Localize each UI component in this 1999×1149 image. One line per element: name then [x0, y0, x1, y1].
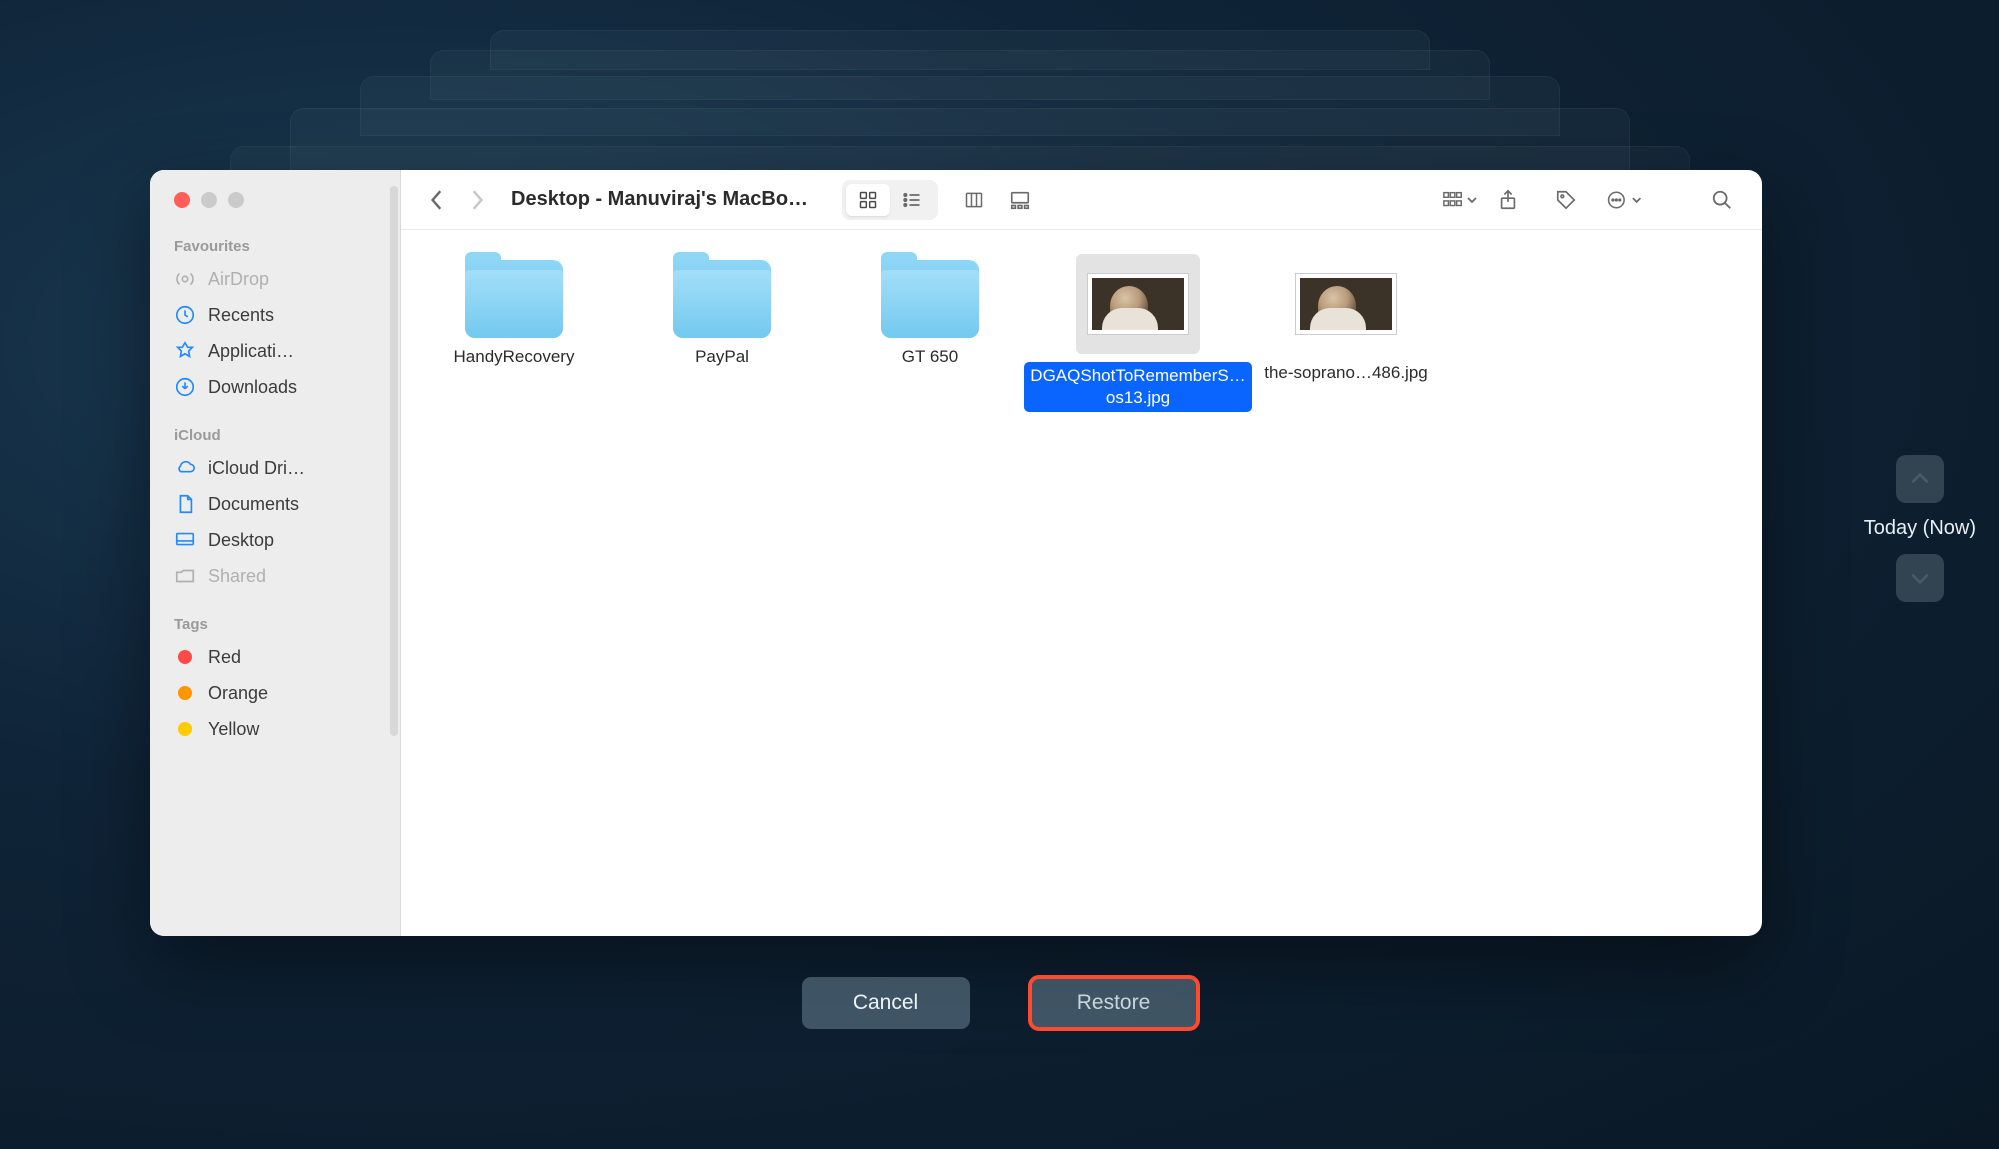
file-label: HandyRecovery: [454, 346, 575, 368]
file-label: the-soprano…486.jpg: [1264, 362, 1428, 384]
file-item-image-selected[interactable]: DGAQShotToRememberS…os13.jpg: [1043, 254, 1233, 412]
section-tags-title: Tags: [150, 608, 400, 639]
restore-button[interactable]: Restore: [1030, 977, 1198, 1029]
timeline-label: Today (Now): [1864, 517, 1976, 540]
sidebar-tag-yellow[interactable]: Yellow: [150, 711, 400, 747]
sidebar-item-recents[interactable]: Recents: [150, 297, 400, 333]
applications-icon: [174, 340, 196, 362]
search-button[interactable]: [1704, 182, 1740, 218]
main-content: Desktop - Manuviraj's MacBo…: [401, 170, 1762, 936]
icloud-icon: [174, 457, 196, 479]
forward-button[interactable]: [463, 186, 491, 214]
action-menu-button[interactable]: [1606, 182, 1642, 218]
folder-icon: [465, 260, 563, 338]
sidebar-item-shared[interactable]: Shared: [150, 558, 400, 594]
downloads-icon: [174, 376, 196, 398]
clock-icon: [174, 304, 196, 326]
view-extra: [952, 184, 1042, 216]
view-mode-switch: [842, 180, 938, 220]
shared-icon: [174, 565, 196, 587]
sidebar-item-downloads[interactable]: Downloads: [150, 369, 400, 405]
toolbar: Desktop - Manuviraj's MacBo…: [401, 170, 1762, 230]
sidebar-item-label: Applicati…: [208, 341, 294, 362]
section-icloud-title: iCloud: [150, 419, 400, 450]
file-item-folder[interactable]: GT 650: [835, 254, 1025, 368]
sidebar-item-icloud-drive[interactable]: iCloud Dri…: [150, 450, 400, 486]
file-grid: HandyRecovery PayPal GT 650 DGAQShotToRe…: [401, 230, 1762, 936]
file-item-image[interactable]: the-soprano…486.jpg: [1251, 254, 1441, 384]
window-controls: [150, 192, 400, 208]
icon-view-button[interactable]: [846, 184, 890, 216]
file-label: PayPal: [695, 346, 749, 368]
file-item-folder[interactable]: HandyRecovery: [419, 254, 609, 368]
tag-dot-icon: [174, 682, 196, 704]
timeline-down-button[interactable]: [1896, 554, 1944, 602]
sidebar-tag-red[interactable]: Red: [150, 639, 400, 675]
group-by-button[interactable]: [1442, 190, 1478, 210]
image-thumbnail: [1284, 254, 1408, 354]
sidebar-item-label: iCloud Dri…: [208, 458, 305, 479]
finder-window: Favourites AirDrop Recents Applicati… Do…: [150, 170, 1762, 936]
file-label: DGAQShotToRememberS…os13.jpg: [1024, 362, 1251, 412]
column-view-button[interactable]: [952, 184, 996, 216]
sidebar-item-label: Desktop: [208, 530, 274, 551]
sidebar-item-label: Downloads: [208, 377, 297, 398]
list-view-button[interactable]: [890, 184, 934, 216]
sidebar-scrollbar[interactable]: [390, 186, 398, 736]
documents-icon: [174, 493, 196, 515]
airdrop-icon: [174, 268, 196, 290]
close-window-button[interactable]: [174, 192, 190, 208]
chevron-down-icon: [1631, 194, 1642, 206]
tag-dot-icon: [174, 646, 196, 668]
sidebar-item-applications[interactable]: Applicati…: [150, 333, 400, 369]
sidebar-item-label: Documents: [208, 494, 299, 515]
section-favourites-title: Favourites: [150, 230, 400, 261]
file-label: GT 650: [902, 346, 958, 368]
sidebar-item-label: Orange: [208, 683, 268, 704]
desktop-icon: [174, 529, 196, 551]
sidebar-item-label: Red: [208, 647, 241, 668]
window-title: Desktop - Manuviraj's MacBo…: [511, 188, 808, 211]
timeline-up-button[interactable]: [1896, 455, 1944, 503]
sidebar-item-documents[interactable]: Documents: [150, 486, 400, 522]
sidebar-tag-orange[interactable]: Orange: [150, 675, 400, 711]
folder-icon: [881, 260, 979, 338]
zoom-window-button[interactable]: [228, 192, 244, 208]
sidebar-item-desktop[interactable]: Desktop: [150, 522, 400, 558]
sidebar-item-label: Recents: [208, 305, 274, 326]
file-item-folder[interactable]: PayPal: [627, 254, 817, 368]
sidebar-item-label: Shared: [208, 566, 266, 587]
action-buttons: Cancel Restore: [802, 977, 1198, 1029]
image-thumbnail: [1076, 254, 1200, 354]
sidebar-item-label: AirDrop: [208, 269, 269, 290]
time-machine-stack: [230, 30, 1690, 170]
folder-icon: [673, 260, 771, 338]
sidebar-item-airdrop[interactable]: AirDrop: [150, 261, 400, 297]
minimize-window-button[interactable]: [201, 192, 217, 208]
cancel-button[interactable]: Cancel: [802, 977, 970, 1029]
back-button[interactable]: [423, 186, 451, 214]
sidebar: Favourites AirDrop Recents Applicati… Do…: [150, 170, 401, 936]
tag-button[interactable]: [1548, 182, 1584, 218]
gallery-view-button[interactable]: [998, 184, 1042, 216]
tag-dot-icon: [174, 718, 196, 740]
sidebar-item-label: Yellow: [208, 719, 259, 740]
chevron-down-icon: [1466, 194, 1478, 206]
share-button[interactable]: [1490, 182, 1526, 218]
timeline-nav: Today (Now): [1864, 455, 1976, 602]
